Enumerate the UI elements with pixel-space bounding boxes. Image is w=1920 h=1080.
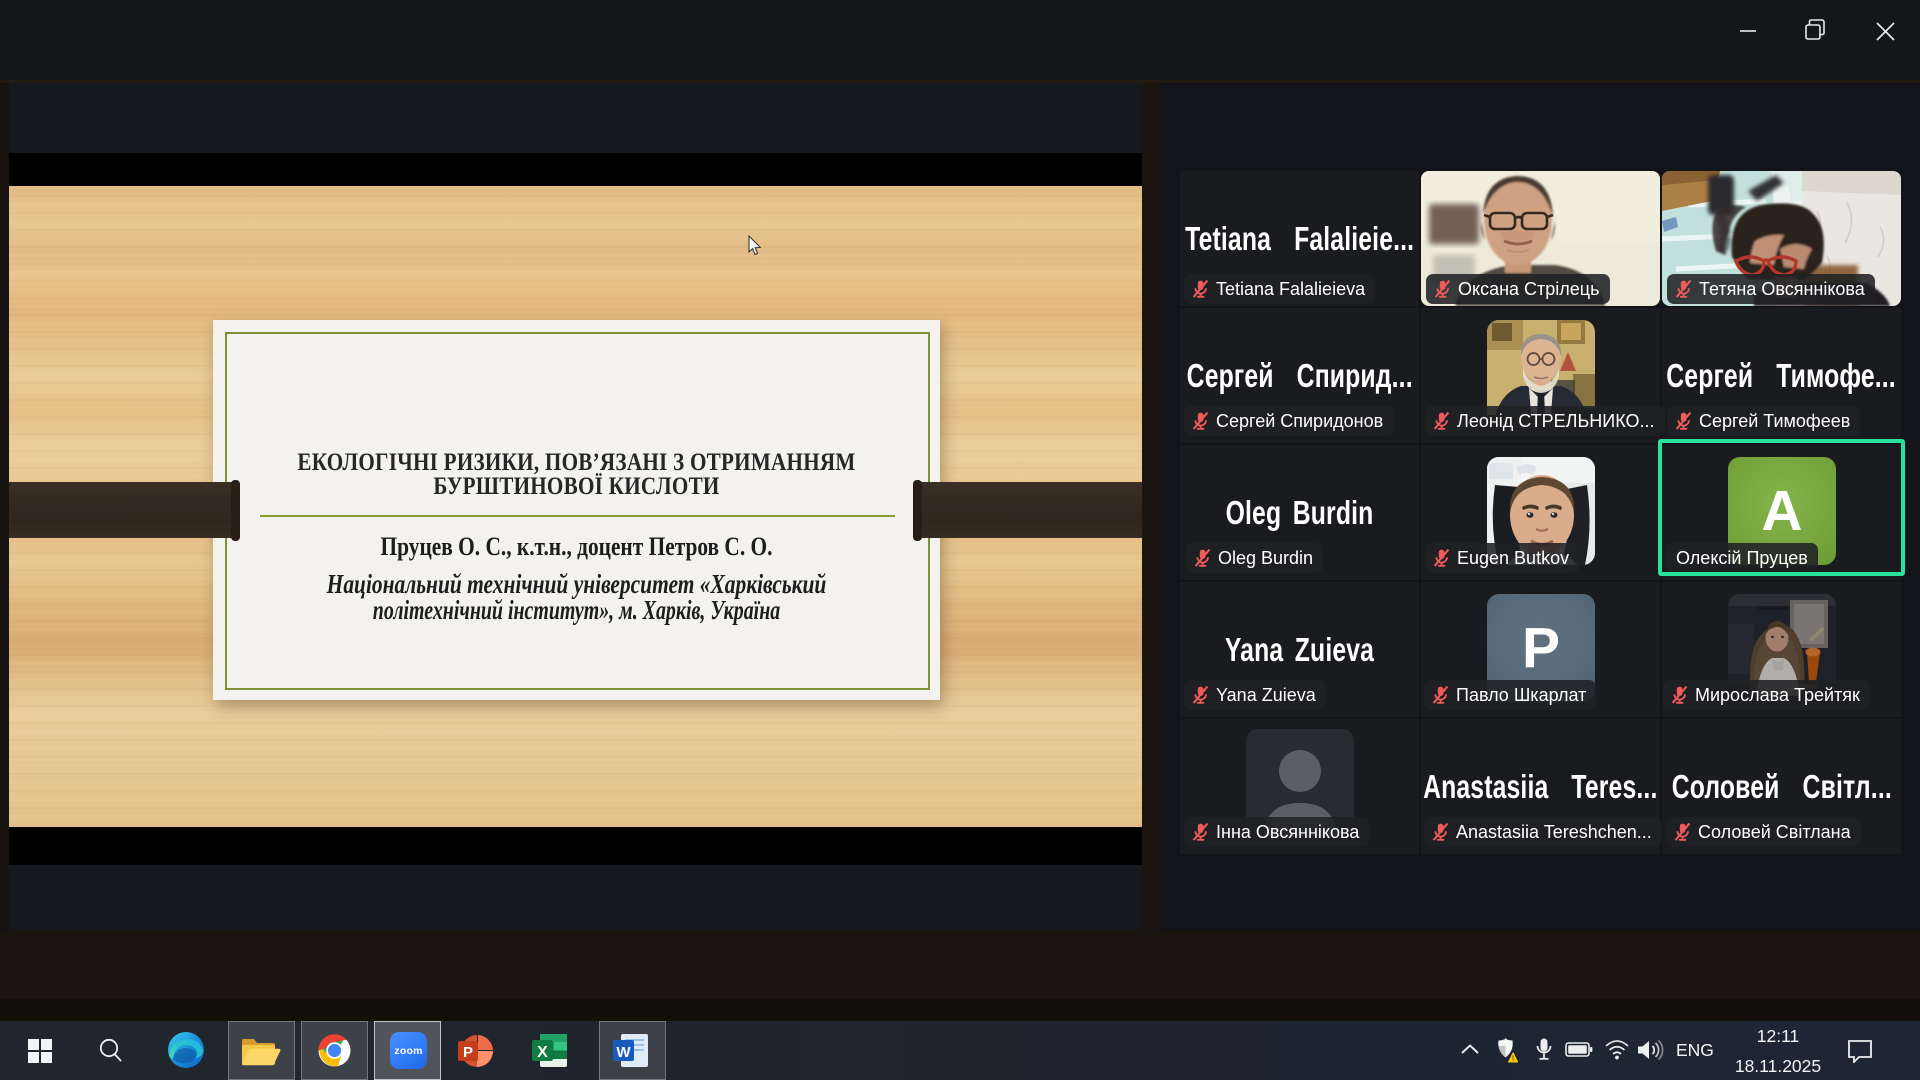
svg-text:X: X (537, 1044, 548, 1061)
svg-text:!: ! (1512, 1056, 1514, 1063)
svg-text:W: W (616, 1044, 631, 1061)
svg-text:P: P (463, 1044, 473, 1061)
